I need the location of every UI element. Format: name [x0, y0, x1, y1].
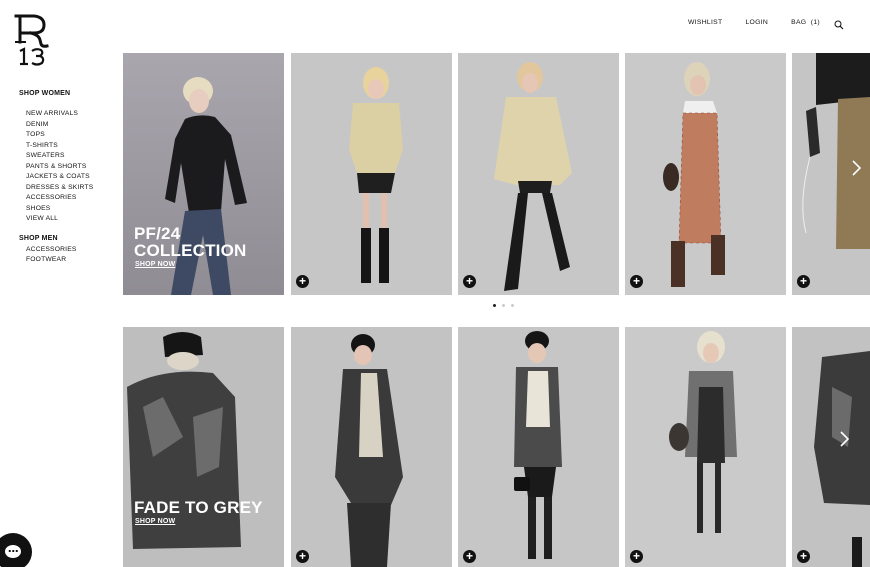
nav-heading-shop-women[interactable]: SHOP WOMEN [19, 89, 114, 99]
hero-card-fade-to-grey[interactable]: FADE TO GREY SHOP NOW [123, 327, 284, 567]
bag-link[interactable]: BAG (1) [791, 19, 820, 26]
nav-item-jackets-coats[interactable]: JACKETS & COATS [26, 172, 114, 183]
product-card[interactable]: + [458, 53, 619, 295]
product-card[interactable]: + [792, 327, 870, 567]
collection-carousel-pf24: PF/24 COLLECTION SHOP NOW + + + + [123, 53, 870, 295]
pagination-dot[interactable] [511, 304, 514, 307]
search-icon[interactable] [834, 17, 844, 30]
product-card[interactable]: + [291, 53, 452, 295]
product-card[interactable]: + [625, 327, 786, 567]
chat-icon[interactable] [0, 533, 32, 567]
nav-item-new-arrivals[interactable]: NEW ARRIVALS [26, 109, 114, 120]
product-card[interactable]: + [458, 327, 619, 567]
quick-add-plus-icon[interactable]: + [630, 275, 643, 288]
nav-group-men: SHOP MEN ACCESSORIES FOOTWEAR [19, 234, 114, 266]
quick-add-plus-icon[interactable]: + [296, 550, 309, 563]
wishlist-link[interactable]: WISHLIST [688, 19, 723, 26]
nav-item-view-all[interactable]: VIEW ALL [26, 214, 114, 225]
brand-logo[interactable] [14, 12, 54, 68]
nav-item-pants-shorts[interactable]: PANTS & SHORTS [26, 162, 114, 173]
nav-item-men-accessories[interactable]: ACCESSORIES [26, 245, 114, 256]
login-link[interactable]: LOGIN [745, 19, 768, 26]
quick-add-plus-icon[interactable]: + [797, 275, 810, 288]
nav-list-women: NEW ARRIVALS DENIM TOPS T-SHIRTS SWEATER… [26, 109, 114, 225]
hero-title: FADE TO GREY [134, 498, 263, 517]
product-card[interactable]: + [792, 53, 870, 295]
utility-bar: WISHLIST LOGIN BAG (1) [665, 17, 844, 30]
product-photo [291, 327, 452, 567]
carousel-pagination [493, 304, 514, 307]
nav-item-sweaters[interactable]: SWEATERS [26, 151, 114, 162]
nav-item-t-shirts[interactable]: T-SHIRTS [26, 141, 114, 152]
nav-item-tops[interactable]: TOPS [26, 130, 114, 141]
pagination-dot-active[interactable] [493, 304, 496, 307]
shop-now-link[interactable]: SHOP NOW [135, 518, 175, 525]
shop-now-link[interactable]: SHOP NOW [135, 261, 175, 268]
collection-carousel-fade-to-grey: FADE TO GREY SHOP NOW + + + + [123, 327, 870, 567]
bag-count: (1) [810, 18, 820, 26]
r13-logo-icon [14, 14, 49, 66]
nav-heading-shop-men[interactable]: SHOP MEN [19, 234, 114, 244]
nav-item-accessories[interactable]: ACCESSORIES [26, 193, 114, 204]
nav-item-denim[interactable]: DENIM [26, 120, 114, 131]
nav-group-women: SHOP WOMEN NEW ARRIVALS DENIM TOPS T-SHI… [19, 89, 114, 225]
product-photo [291, 53, 452, 295]
carousel-next-chevron-right-icon[interactable] [850, 159, 862, 177]
nav-item-shoes[interactable]: SHOES [26, 204, 114, 215]
carousel-next-chevron-right-icon[interactable] [838, 430, 850, 448]
quick-add-plus-icon[interactable]: + [463, 275, 476, 288]
product-photo [625, 327, 786, 567]
model-photo [123, 327, 284, 567]
chat-bubble-icon [5, 545, 21, 558]
hero-card-pf24[interactable]: PF/24 COLLECTION SHOP NOW [123, 53, 284, 295]
product-card[interactable]: + [625, 53, 786, 295]
product-photo [458, 53, 619, 295]
product-card[interactable]: + [291, 327, 452, 567]
hero-title-line2: COLLECTION [134, 241, 247, 260]
nav-item-dresses-skirts[interactable]: DRESSES & SKIRTS [26, 183, 114, 194]
pagination-dot[interactable] [502, 304, 505, 307]
quick-add-plus-icon[interactable]: + [296, 275, 309, 288]
hero-title-line1: PF/24 [134, 224, 181, 243]
product-photo [458, 327, 619, 567]
quick-add-plus-icon[interactable]: + [797, 550, 810, 563]
nav-item-men-footwear[interactable]: FOOTWEAR [26, 255, 114, 266]
product-photo [625, 53, 786, 295]
product-photo [792, 327, 870, 567]
quick-add-plus-icon[interactable]: + [630, 550, 643, 563]
nav-list-men: ACCESSORIES FOOTWEAR [26, 245, 114, 266]
quick-add-plus-icon[interactable]: + [463, 550, 476, 563]
left-navigation: SHOP WOMEN NEW ARRIVALS DENIM TOPS T-SHI… [19, 89, 114, 266]
bag-label: BAG [791, 18, 807, 26]
